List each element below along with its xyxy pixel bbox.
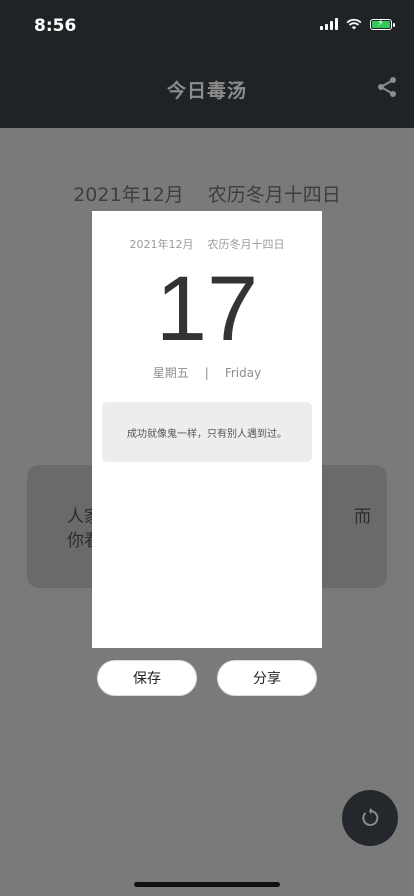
share-button[interactable]: 分享 <box>217 660 317 696</box>
card-weekday-cn: 星期五 <box>152 366 189 380</box>
signal-icon <box>320 18 338 30</box>
refresh-icon <box>362 807 379 826</box>
save-button[interactable]: 保存 <box>97 660 197 696</box>
card-weekday-separator: | <box>204 366 209 380</box>
share-icon[interactable] <box>376 76 398 98</box>
status-bar: 8:56 ⚡ <box>0 0 414 48</box>
page-title: 今日毒汤 <box>166 80 247 102</box>
background-date: 2021年12月 农历冬月十四日 <box>0 180 414 207</box>
card-quote: 成功就像鬼一样，只有别人遇到过。 <box>102 402 312 462</box>
status-time: 8:56 <box>34 16 77 36</box>
card-month: 2021年12月 <box>129 238 194 251</box>
background-month: 2021年12月 <box>73 184 184 206</box>
battery-icon: ⚡ <box>370 18 395 30</box>
calendar-card-modal: 2021年12月 农历冬月十四日 17 星期五 | Friday 成功就像鬼一样，只有… <box>92 211 322 648</box>
card-weekday-en: Friday <box>224 366 262 380</box>
nav-bar: 今日毒汤 <box>0 48 414 128</box>
background-lunar: 农历冬月十四日 <box>207 184 341 206</box>
home-indicator <box>134 882 280 887</box>
status-icons: ⚡ <box>320 18 395 30</box>
card-date-line: 2021年12月 农历冬月十四日 <box>92 236 322 252</box>
wifi-icon <box>346 18 362 30</box>
card-day-number: 17 <box>155 258 259 360</box>
background-quote-tail: 而 <box>354 507 371 527</box>
card-lunar: 农历冬月十四日 <box>207 238 285 251</box>
card-weekday: 星期五 | Friday <box>92 364 322 381</box>
refresh-button[interactable] <box>342 790 398 846</box>
